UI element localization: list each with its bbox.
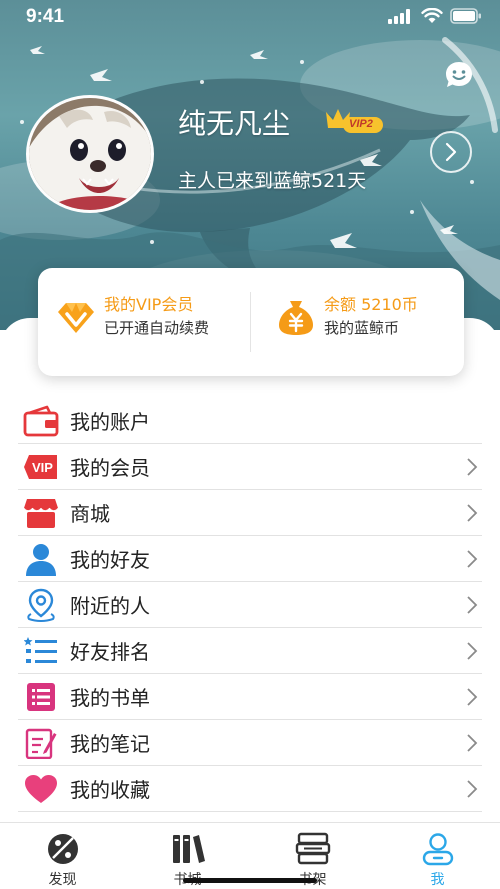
chevron-right-icon — [467, 642, 478, 660]
menu-item-favorites[interactable]: 我的收藏 — [18, 766, 482, 812]
ranking-list-icon — [24, 636, 57, 663]
bookshelf-icon — [295, 832, 330, 865]
diamond-icon — [58, 303, 94, 333]
chat-smile-icon[interactable] — [444, 60, 474, 90]
profile-icon — [422, 833, 453, 866]
status-time: 9:41 — [26, 6, 65, 27]
vip-desc: 已开通自动续费 — [104, 319, 210, 337]
menu-label-booklist: 我的书单 — [70, 686, 150, 710]
menu-item-nearby[interactable]: 附近的人 — [18, 582, 482, 628]
chevron-right-circle-icon[interactable] — [430, 131, 472, 173]
menu-list: 我的账户 VIP 我的会员 商城 我的好友 附近的人 好友排名 我的书单 我的笔… — [18, 398, 482, 812]
menu-label-account: 我的账户 — [70, 410, 150, 434]
menu-item-friends[interactable]: 我的好友 — [18, 536, 482, 582]
summary-card: 我的VIP会员 已开通自动续费 余额 5210币 我的蓝鲸币 — [38, 268, 464, 376]
home-indicator — [183, 878, 317, 883]
chevron-right-icon — [467, 596, 478, 614]
wifi-icon — [421, 8, 443, 23]
tab-label-discover: 发现 — [48, 872, 77, 888]
menu-label-friends: 我的好友 — [70, 548, 150, 572]
signal-icon — [388, 9, 410, 24]
vip-title: 我的VIP会员 — [104, 295, 194, 314]
menu-item-ranking[interactable]: 好友排名 — [18, 628, 482, 674]
shop-icon — [23, 498, 59, 528]
vip-membership-entry[interactable]: 我的VIP会员 已开通自动续费 — [56, 294, 209, 340]
menu-label-favorites: 我的收藏 — [70, 778, 150, 802]
username: 纯无凡尘 — [178, 107, 291, 140]
vip-badge: VIP2 — [323, 106, 385, 136]
menu-label-notes: 我的笔记 — [70, 732, 150, 756]
svg-text:VIP: VIP — [32, 460, 53, 475]
money-bag-icon — [279, 301, 313, 335]
book-list-icon — [27, 682, 55, 711]
menu-item-shop[interactable]: 商城 — [18, 490, 482, 536]
wallet-icon — [23, 405, 59, 436]
menu-item-account[interactable]: 我的账户 — [18, 398, 482, 444]
chevron-right-icon — [467, 688, 478, 706]
menu-label-ranking: 好友排名 — [70, 640, 150, 664]
heart-icon — [25, 774, 57, 803]
chevron-right-icon — [467, 504, 478, 522]
menu-item-booklist[interactable]: 我的书单 — [18, 674, 482, 720]
tab-profile[interactable]: 我 — [375, 823, 500, 889]
tab-label-profile: 我 — [430, 872, 445, 888]
chevron-right-icon — [467, 458, 478, 476]
vip-level: VIP2 — [349, 118, 373, 130]
status-bar: 9:41 — [0, 0, 500, 36]
battery-icon — [450, 8, 481, 24]
menu-label-nearby: 附近的人 — [70, 594, 150, 618]
tab-discover[interactable]: 发现 — [0, 823, 125, 889]
location-icon — [27, 588, 55, 622]
menu-item-notes[interactable]: 我的笔记 — [18, 720, 482, 766]
balance-title: 余额 5210币 — [324, 295, 418, 314]
menu-label-shop: 商城 — [70, 502, 110, 526]
chevron-right-icon — [467, 780, 478, 798]
vip-tag-icon: VIP — [24, 454, 57, 479]
bookstore-icon — [172, 835, 205, 863]
avatar[interactable] — [26, 95, 154, 213]
balance-entry[interactable]: 余额 5210币 我的蓝鲸币 — [276, 294, 418, 340]
chevron-right-icon — [467, 734, 478, 752]
balance-desc: 我的蓝鲸币 — [324, 319, 400, 337]
person-icon — [26, 543, 56, 576]
discover-icon — [47, 834, 78, 864]
note-icon — [25, 728, 57, 759]
chevron-right-icon — [467, 550, 478, 568]
card-divider — [250, 292, 251, 352]
menu-label-membership: 我的会员 — [70, 456, 150, 480]
member-days-text: 主人已来到蓝鲸521天 — [178, 170, 367, 192]
menu-item-membership[interactable]: VIP 我的会员 — [18, 444, 482, 490]
